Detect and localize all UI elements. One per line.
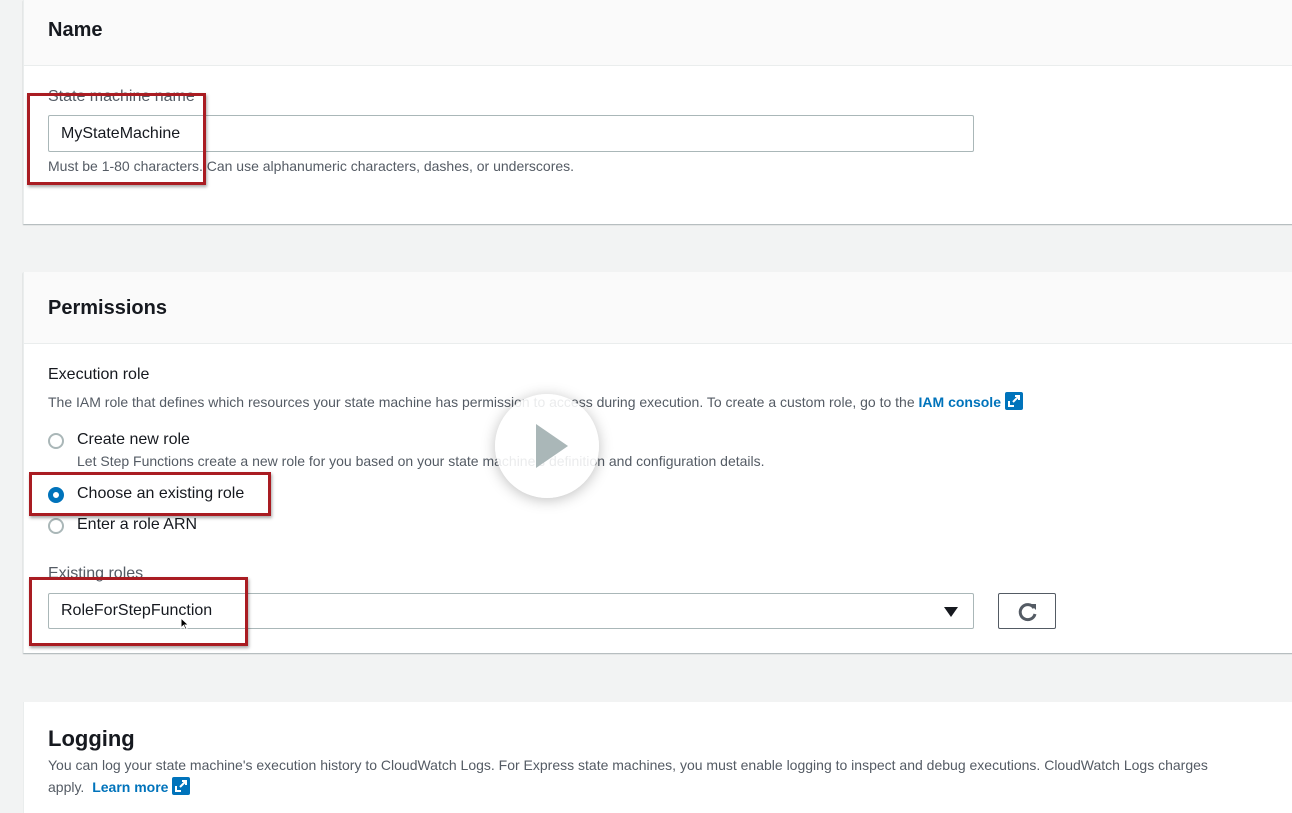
mouse-cursor-icon [180,617,190,631]
logging-panel: Logging You can log your state machine's… [23,702,1292,813]
radio-choose-existing-role-circle[interactable] [48,487,64,503]
name-panel-title: Name [48,19,103,41]
state-machine-name-label: State machine name [48,88,195,105]
radio-create-new-role[interactable]: Create new role Let Step Functions creat… [48,431,848,469]
radio-choose-existing-role[interactable]: Choose an existing role [48,485,308,507]
state-machine-name-input[interactable] [48,115,974,152]
execution-role-description-text: The IAM role that defines which resource… [48,394,915,410]
logging-description-line1: You can log your state machine's executi… [48,757,1208,773]
external-link-icon[interactable] [172,777,191,798]
permissions-panel-header: Permissions [24,272,1292,344]
existing-roles-label: Existing roles [48,565,144,582]
logging-description-apply: apply. [48,779,85,795]
execution-role-label: Execution role [48,366,150,383]
radio-create-new-role-label[interactable]: Create new role [77,431,190,449]
logging-description-line2: apply. Learn more [48,777,191,798]
radio-enter-role-arn[interactable]: Enter a role ARN [48,516,308,538]
radio-create-new-role-circle[interactable] [48,433,64,449]
logging-panel-title: Logging [48,726,135,751]
radio-enter-role-arn-circle[interactable] [48,518,64,534]
name-panel: Name State machine name Must be 1-80 cha… [23,0,1292,224]
permissions-panel-title: Permissions [48,297,167,319]
caret-down-icon[interactable] [944,607,958,617]
radio-enter-role-arn-label[interactable]: Enter a role ARN [77,516,197,534]
external-link-icon[interactable] [1005,392,1023,413]
refresh-icon [1018,603,1037,622]
radio-choose-existing-role-label[interactable]: Choose an existing role [77,485,244,503]
iam-console-link[interactable]: IAM console [919,394,1001,410]
play-icon [536,424,568,468]
permissions-panel: Permissions Execution role The IAM role … [23,272,1292,653]
radio-create-new-role-description: Let Step Functions create a new role for… [77,453,765,469]
video-play-button[interactable] [495,394,599,498]
state-machine-name-hint: Must be 1-80 characters. Can use alphanu… [48,158,575,174]
name-panel-header: Name [24,0,1292,66]
learn-more-link[interactable]: Learn more [92,779,168,795]
refresh-roles-button[interactable] [998,593,1056,629]
